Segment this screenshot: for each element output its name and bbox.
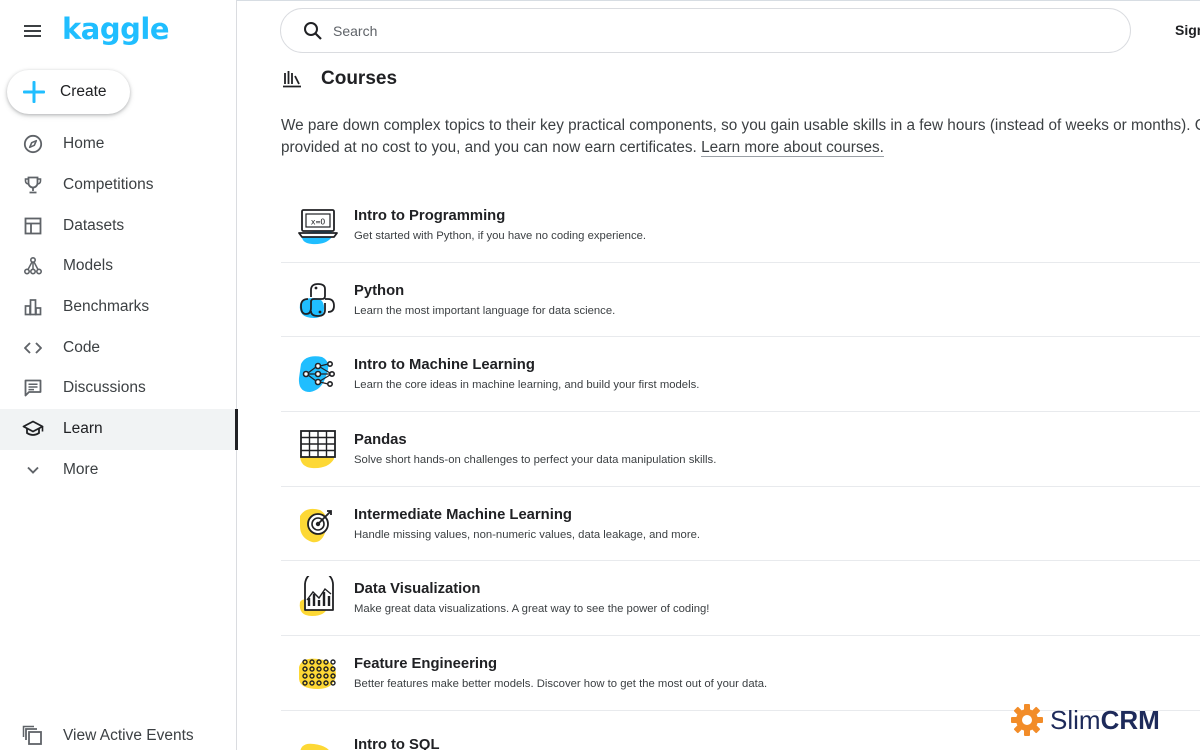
laptop-icon: x=O xyxy=(298,208,338,244)
trophy-icon xyxy=(22,174,44,196)
course-title: Data Visualization xyxy=(354,581,481,598)
sign-in-link[interactable]: Sign In xyxy=(1175,22,1200,38)
search-icon xyxy=(304,21,322,40)
course-data-visualization[interactable]: Data Visualization Make great data visua… xyxy=(281,561,1200,637)
chart-icon xyxy=(299,576,334,617)
intro-text: We pare down complex topics to their key… xyxy=(281,115,1200,159)
sidebar-item-more[interactable]: More xyxy=(0,450,236,491)
svg-text:x=O: x=O xyxy=(311,217,326,226)
sidebar-item-models[interactable]: Models xyxy=(0,246,236,287)
sidebar: kaggle Create Home Competitions Datasets xyxy=(0,0,238,750)
events-label: View Active Events xyxy=(63,727,194,744)
sidebar-item-label: Models xyxy=(63,257,113,275)
sidebar-item-home[interactable]: Home xyxy=(0,124,236,165)
create-label: Create xyxy=(60,83,107,100)
gear-icon xyxy=(1011,704,1043,736)
sidebar-item-competitions[interactable]: Competitions xyxy=(0,165,236,206)
course-description: Handle missing values, non-numeric value… xyxy=(354,528,701,541)
sidebar-item-label: Benchmarks xyxy=(63,298,150,316)
intro-line-1: We pare down complex topics to their key… xyxy=(281,117,1200,134)
database-icon xyxy=(300,743,329,750)
intro-line-2: provided at no cost to you, and you can … xyxy=(281,139,702,156)
create-button[interactable]: Create xyxy=(7,70,130,114)
sidebar-item-datasets[interactable]: Datasets xyxy=(0,205,236,246)
course-intro-to-programming[interactable]: x=O Intro to Programming Get started wit… xyxy=(281,188,1200,263)
school-icon xyxy=(22,418,44,440)
page-header: Courses xyxy=(281,68,397,90)
sidebar-item-learn[interactable]: Learn xyxy=(0,408,238,450)
course-intermediate-machine-learning[interactable]: Intermediate Machine Learning Handle mis… xyxy=(281,487,1200,562)
course-description: Learn the core ideas in machine learning… xyxy=(354,379,700,392)
comment-icon xyxy=(22,377,44,399)
brand-slim: Slim xyxy=(1050,704,1101,735)
course-description: Better features make better models. Disc… xyxy=(354,677,768,690)
course-title: Intro to Machine Learning xyxy=(354,357,535,374)
sidebar-item-label: Home xyxy=(63,135,105,153)
view-active-events[interactable]: View Active Events xyxy=(0,718,236,750)
course-title: Pandas xyxy=(354,431,407,448)
course-title: Python xyxy=(354,282,405,299)
course-list: x=O Intro to Programming Get started wit… xyxy=(281,188,1200,750)
plus-icon xyxy=(23,81,45,103)
code-icon xyxy=(22,337,44,359)
courses-icon xyxy=(283,71,301,88)
search-input[interactable] xyxy=(333,22,1033,39)
course-title: Intermediate Machine Learning xyxy=(354,506,572,523)
sidebar-nav: Home Competitions Datasets Models Benchm… xyxy=(0,124,238,491)
sidebar-item-code[interactable]: Code xyxy=(0,327,236,368)
bar-chart-icon xyxy=(22,296,44,318)
course-pandas[interactable]: Pandas Solve short hands-on challenges t… xyxy=(281,412,1200,487)
chevron-down-icon xyxy=(22,459,44,481)
menu-icon[interactable] xyxy=(22,21,44,41)
course-description: Solve short hands-on challenges to perfe… xyxy=(354,453,717,466)
course-python[interactable]: Python Learn the most important language… xyxy=(281,263,1200,338)
slimcrm-watermark: Slim CRM xyxy=(1010,703,1160,737)
course-intro-to-machine-learning[interactable]: Intro to Machine Learning Learn the core… xyxy=(281,337,1200,413)
sidebar-item-benchmarks[interactable]: Benchmarks xyxy=(0,287,236,328)
brand-crm: CRM xyxy=(1100,704,1160,735)
python-icon xyxy=(299,282,335,318)
sidebar-item-discussions[interactable]: Discussions xyxy=(0,368,236,409)
compass-icon xyxy=(22,133,44,155)
kaggle-logo[interactable]: kaggle xyxy=(62,12,169,46)
course-description: Learn the most important language for da… xyxy=(354,304,616,317)
sidebar-item-label: Discussions xyxy=(63,379,146,397)
course-description: Get started with Python, if you have no … xyxy=(354,229,647,242)
learn-more-link[interactable]: Learn more about courses. xyxy=(701,139,884,157)
sidebar-item-label: Learn xyxy=(63,420,103,438)
network-icon xyxy=(298,356,335,393)
layers-icon xyxy=(22,725,42,745)
models-icon xyxy=(22,255,44,277)
search-bar[interactable] xyxy=(280,8,1131,53)
page-title: Courses xyxy=(321,68,398,89)
course-title: Intro to Programming xyxy=(354,207,506,224)
sidebar-item-label: Competitions xyxy=(63,176,154,194)
table-icon xyxy=(22,215,44,237)
grid-icon xyxy=(300,430,336,468)
target-icon xyxy=(300,508,332,542)
sidebar-item-label: Code xyxy=(63,338,101,356)
course-description: Make great data visualizations. A great … xyxy=(354,603,710,616)
sidebar-item-label: More xyxy=(63,460,99,478)
course-feature-engineering[interactable]: Feature Engineering Better features make… xyxy=(281,636,1200,711)
dots-icon xyxy=(299,658,336,689)
sidebar-item-label: Datasets xyxy=(63,216,125,234)
course-title: Feature Engineering xyxy=(354,655,498,672)
course-title: Intro to SQL xyxy=(354,737,440,750)
